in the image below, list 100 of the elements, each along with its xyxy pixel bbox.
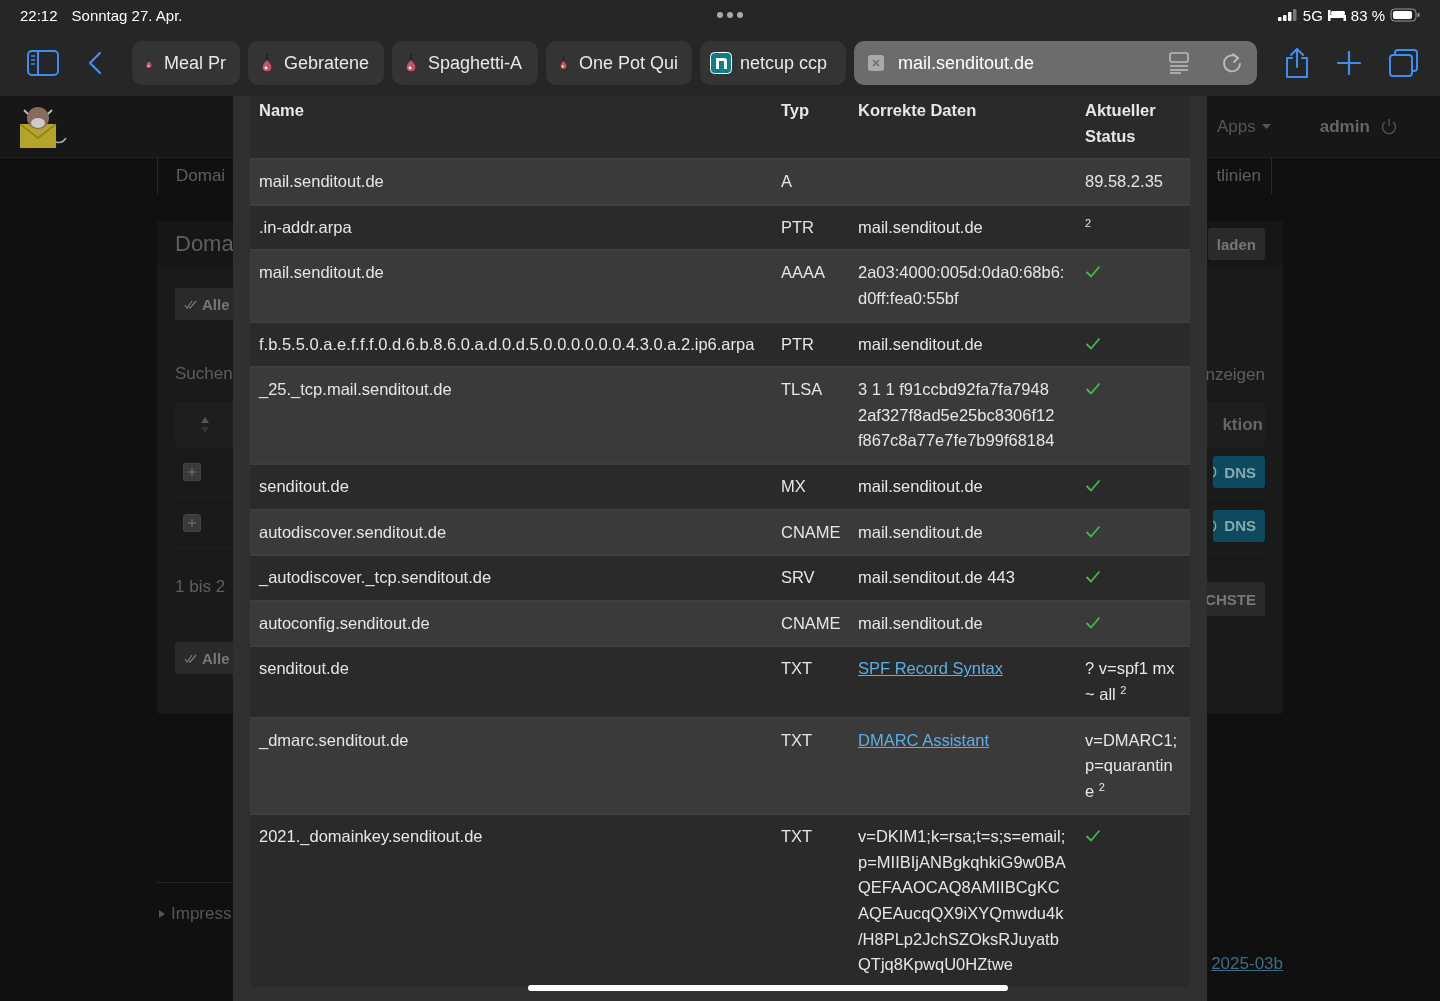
select-all-button[interactable]: Alle [175, 288, 233, 320]
sidebar-icon[interactable] [27, 50, 59, 76]
reader-icon[interactable] [1169, 52, 1189, 74]
record-name: f.b.5.5.0.a.e.f.f.f.0.d.6.b.8.6.0.a.d.0.d.5.0.0.0.0.0.0.4.3.0.a.2.ip6.arpa [258, 333, 756, 355]
drop-icon [406, 54, 416, 72]
show-label: nzeigen [1207, 365, 1265, 385]
clock-time: 22:12 [20, 6, 58, 24]
arch-icon [710, 52, 732, 74]
record-type: CNAME [780, 521, 842, 543]
status-text: v=DMARC1; p=quarantine $^{2}$ [1085, 730, 1178, 800]
nav-tab-label: tlinien [1216, 166, 1261, 186]
check-icon [1085, 336, 1101, 350]
check-icon [1085, 524, 1101, 538]
status-text: 2 [1085, 217, 1092, 231]
record-type: TXT [780, 729, 814, 751]
drop-icon [560, 54, 567, 72]
record-data: mail.senditout.de [857, 333, 984, 355]
tabs-icon[interactable] [1389, 49, 1419, 77]
record-name: .in-addr.arpa [258, 216, 353, 238]
date-text: Sonntag 27. Apr. [71, 6, 183, 24]
more-dots-icon[interactable] [716, 11, 745, 19]
column-header: Korrekte Daten [857, 100, 978, 121]
record-name: autodiscover.senditout.de [258, 521, 448, 543]
reload-button[interactable]: laden [1207, 228, 1265, 260]
record-data: 2a03:4000:005d:0da0:68b6:d0ff:fea0:55bf [857, 262, 1066, 309]
search-label: Suchen [175, 364, 233, 384]
record-type: MX [780, 475, 807, 497]
caret-icon [1261, 124, 1271, 129]
record-name: _dmarc.senditout.de [257, 729, 410, 751]
apps-menu[interactable]: Apps [1217, 116, 1271, 137]
record-type: TXT [780, 826, 814, 848]
help-link[interactable]: DMARC Assistant [858, 730, 990, 749]
browser-tab[interactable]: Spaghetti-A [392, 41, 538, 85]
check-icon [1085, 615, 1101, 629]
drop-icon [262, 54, 272, 72]
record-name: _25._tcp.mail.senditout.de [257, 379, 453, 401]
footer-link[interactable]: Impress [171, 904, 232, 924]
record-data: mail.senditout.de 443 [857, 567, 1016, 589]
browser-tab[interactable]: Gebratene [248, 41, 384, 85]
check-icon [1085, 829, 1101, 843]
double-check-icon [184, 653, 197, 663]
battery-percent: 83 % [1350, 6, 1385, 24]
address-bar[interactable]: mail.senditout.de [854, 41, 1257, 85]
record-name: senditout.de [258, 475, 350, 497]
caret-icon [159, 910, 165, 918]
column-header: Name [258, 100, 305, 121]
expand-icon[interactable] [183, 514, 201, 532]
record-type: CNAME [780, 612, 842, 634]
version-link[interactable]: 2025-03b [1211, 954, 1283, 974]
back-icon[interactable] [88, 51, 102, 75]
check-icon [1085, 265, 1101, 279]
record-name: mail.senditout.de [258, 171, 385, 193]
record-name: mail.senditout.de [258, 262, 385, 284]
check-icon [1085, 382, 1101, 396]
record-name: autoconfig.senditout.de [258, 612, 431, 634]
record-type: PTR [780, 333, 815, 355]
select-all-button[interactable]: Alle [175, 642, 233, 674]
close-icon[interactable] [868, 55, 884, 71]
column-header: Aktueller Status [1084, 100, 1157, 147]
record-type: TLSA [780, 379, 824, 401]
record-type: AAAA [780, 262, 827, 284]
record-type: SRV [780, 567, 816, 589]
record-type: A [780, 171, 793, 193]
record-name: senditout.de [258, 658, 350, 680]
record-data: v=DKIM1;k=rsa;t=s;s=email;p=MIIBIjANBgkqhkiG9w0BAQEFAAOCAQ8AMIIBCgKCAQEAucqQX9iXYQmwdu4k/H8PLp2JchSZOksRJuyatbQTjq8KpwqU0HZtwe [857, 826, 1067, 976]
check-icon [1085, 478, 1101, 492]
column-header: Typ [780, 100, 811, 121]
browser-tab[interactable]: netcup ccp [700, 41, 846, 85]
signal-icon [1277, 9, 1298, 21]
power-icon[interactable] [1380, 118, 1397, 135]
status-text: ? v=spf1 mx ~ all $^{2}$ [1085, 659, 1175, 703]
record-data: mail.senditout.de [857, 521, 984, 543]
browser-tab[interactable]: Meal Pr [132, 41, 240, 85]
plus-icon[interactable] [1337, 51, 1361, 75]
record-type: PTR [780, 216, 815, 238]
panel-title: Doma [175, 231, 233, 257]
network-label: 5G [1302, 6, 1323, 24]
entries-info: 1 bis 2 [175, 577, 226, 597]
battery-icon [1390, 8, 1420, 22]
reload-icon[interactable] [1221, 52, 1243, 74]
record-type: TXT [780, 658, 814, 680]
dns-button[interactable]: DNS [1213, 509, 1265, 542]
record-data: 3 1 1 f91ccbd92fa7fa7948 2af327f8ad5e25bc8306f12 f867c8a77e7fe7b99f68184 [857, 379, 1056, 452]
record-name: _autodiscover._tcp.senditout.de [257, 567, 493, 589]
share-icon[interactable] [1284, 47, 1310, 79]
dns-button[interactable]: DNS [1213, 456, 1265, 488]
sort-icon[interactable] [200, 415, 210, 434]
record-data: mail.senditout.de [857, 216, 984, 238]
browser-tab[interactable]: One Pot Qui [546, 41, 692, 85]
help-link[interactable]: SPF Record Syntax [858, 659, 1003, 678]
bed-icon [1327, 9, 1346, 21]
check-icon [1085, 570, 1101, 584]
status-text: 89.58.2.35 [1085, 172, 1163, 191]
user-name: admin [1319, 116, 1370, 137]
nav-tab-label: Domai [176, 166, 226, 186]
column-header: ktion [1222, 414, 1264, 435]
expand-icon[interactable] [183, 463, 201, 481]
record-data: mail.senditout.de [857, 612, 984, 634]
record-name: 2021._domainkey.senditout.de [258, 826, 484, 848]
double-check-icon [184, 299, 197, 309]
